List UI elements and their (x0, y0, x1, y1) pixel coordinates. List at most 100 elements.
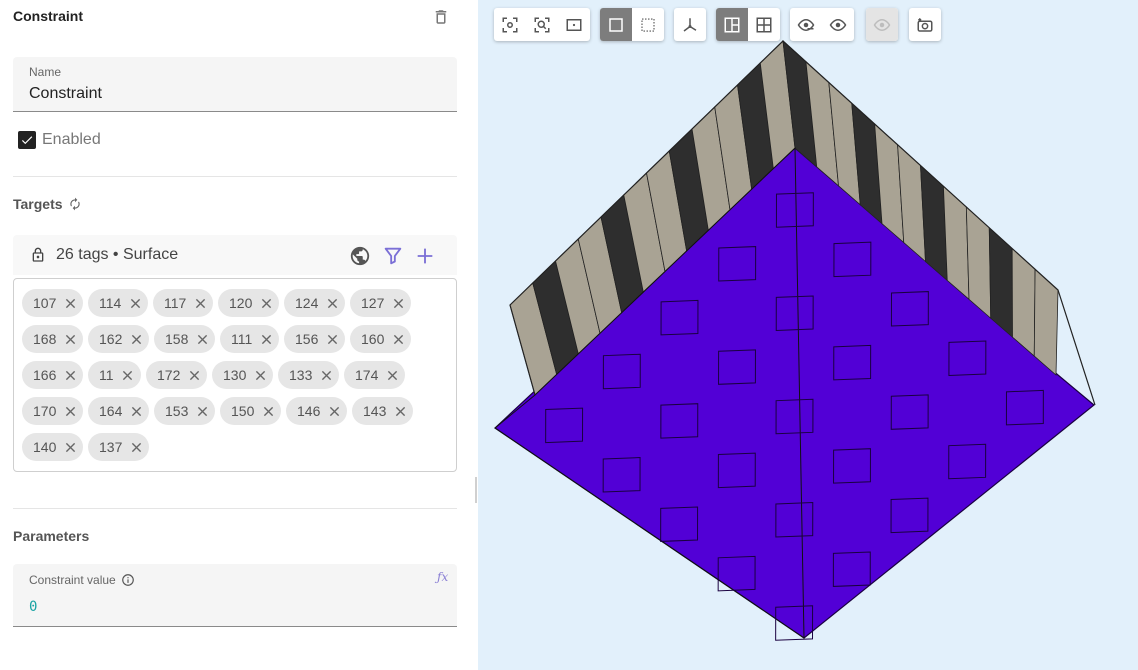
remove-tag-icon[interactable] (187, 368, 201, 382)
tag-chip[interactable]: 117 (153, 289, 214, 317)
tag-chip[interactable]: 170 (22, 397, 84, 425)
remove-tag-icon[interactable] (128, 296, 142, 310)
name-field[interactable]: Name Constraint (13, 57, 457, 112)
remove-tag-icon[interactable] (385, 368, 399, 382)
hide-group (866, 8, 898, 41)
tag-chip[interactable]: 127 (350, 289, 412, 317)
tag-chip-label: 150 (231, 403, 255, 419)
remove-tag-icon[interactable] (195, 332, 209, 346)
tag-chip-label: 162 (99, 331, 123, 347)
axes-icon[interactable] (674, 8, 706, 41)
remove-tag-icon[interactable] (253, 368, 267, 382)
enabled-checkbox[interactable] (18, 131, 36, 149)
tag-chip[interactable]: 174 (344, 361, 406, 389)
filter-icon[interactable] (382, 245, 404, 267)
tag-chip[interactable]: 143 (352, 397, 414, 425)
hide-icon[interactable] (866, 8, 898, 41)
constraint-value-field[interactable]: Constraint value 0 ƒx (13, 564, 457, 627)
constraint-value-input[interactable]: 0 (29, 599, 37, 615)
name-input[interactable]: Constraint (29, 85, 102, 103)
tag-chip-label: 164 (99, 403, 123, 419)
remove-tag-icon[interactable] (391, 332, 405, 346)
remove-tag-icon[interactable] (129, 440, 143, 454)
model-render[interactable] (478, 0, 1138, 670)
properties-panel: Constraint Name Constraint Enabled Targe… (0, 0, 472, 670)
tag-chip[interactable]: 153 (154, 397, 216, 425)
add-icon[interactable] (414, 245, 436, 267)
remove-tag-icon[interactable] (63, 440, 77, 454)
tag-chip[interactable]: 11 (88, 361, 141, 389)
tag-chip[interactable]: 140 (22, 433, 84, 461)
remove-tag-icon[interactable] (121, 368, 135, 382)
zoom-to-fit-icon[interactable] (494, 8, 526, 41)
remove-tag-icon[interactable] (63, 332, 77, 346)
remove-tag-icon[interactable] (129, 404, 143, 418)
tag-chip[interactable]: 162 (88, 325, 150, 353)
remove-tag-icon[interactable] (63, 404, 77, 418)
tag-chip-label: 143 (363, 403, 387, 419)
screenshot-icon[interactable] (909, 8, 941, 41)
tag-chip-label: 172 (157, 367, 181, 383)
remove-tag-icon[interactable] (63, 368, 77, 382)
solid-view-icon[interactable] (600, 8, 632, 41)
tag-chip[interactable]: 158 (154, 325, 216, 353)
zoom-selection-icon[interactable] (526, 8, 558, 41)
screenshot-group (909, 8, 941, 41)
tag-chip[interactable]: 168 (22, 325, 84, 353)
remove-tag-icon[interactable] (195, 404, 209, 418)
delete-icon[interactable] (432, 8, 450, 26)
remove-tag-icon[interactable] (63, 296, 77, 310)
tag-chip[interactable]: 164 (88, 397, 150, 425)
info-icon[interactable] (121, 573, 135, 587)
tag-chip[interactable]: 124 (284, 289, 346, 317)
tag-chip-label: 160 (361, 331, 385, 347)
remove-tag-icon[interactable] (259, 332, 273, 346)
remove-tag-icon[interactable] (259, 296, 273, 310)
3d-viewport[interactable] (478, 0, 1138, 670)
grid-view-icon[interactable] (748, 8, 780, 41)
tag-chip[interactable]: 111 (220, 325, 280, 353)
tag-chip-label: 156 (295, 331, 319, 347)
remove-tag-icon[interactable] (325, 296, 339, 310)
view-layout-group (716, 8, 780, 41)
panel-title: Constraint (13, 8, 83, 24)
globe-icon[interactable] (349, 245, 371, 267)
refresh-icon[interactable] (68, 197, 82, 211)
function-icon[interactable]: ƒx (437, 570, 448, 584)
tag-chip-label: 11 (99, 367, 114, 383)
tag-chip[interactable]: 150 (220, 397, 282, 425)
top-face (494, 147, 1095, 639)
tag-chip[interactable]: 166 (22, 361, 84, 389)
tag-chip[interactable]: 172 (146, 361, 208, 389)
remove-tag-icon[interactable] (319, 368, 333, 382)
tag-chip[interactable]: 120 (218, 289, 280, 317)
tag-chip[interactable]: 130 (212, 361, 274, 389)
tag-chip[interactable]: 156 (284, 325, 346, 353)
remove-tag-icon[interactable] (193, 296, 207, 310)
wireframe-view-icon[interactable] (632, 8, 664, 41)
remove-tag-icon[interactable] (327, 404, 341, 418)
show-hidden-icon[interactable] (790, 8, 822, 41)
remove-tag-icon[interactable] (325, 332, 339, 346)
tag-chip[interactable]: 107 (22, 289, 84, 317)
check-icon (21, 136, 33, 145)
zoom-box-icon[interactable] (558, 8, 590, 41)
visibility-icon[interactable] (822, 8, 854, 41)
tag-chip-label: 127 (361, 295, 385, 311)
enabled-row[interactable]: Enabled (18, 130, 101, 150)
targets-title: Targets (13, 196, 82, 212)
tag-chip[interactable]: 137 (88, 433, 150, 461)
splitter-grip[interactable] (475, 477, 477, 503)
tag-chip-label: 140 (33, 439, 57, 455)
tag-chip[interactable]: 160 (350, 325, 412, 353)
lock-icon[interactable] (30, 246, 46, 264)
section-view-icon[interactable] (716, 8, 748, 41)
tag-chip[interactable]: 146 (286, 397, 348, 425)
remove-tag-icon[interactable] (393, 404, 407, 418)
divider (13, 176, 457, 177)
remove-tag-icon[interactable] (391, 296, 405, 310)
remove-tag-icon[interactable] (129, 332, 143, 346)
tag-chip[interactable]: 133 (278, 361, 340, 389)
tag-chip[interactable]: 114 (88, 289, 149, 317)
remove-tag-icon[interactable] (261, 404, 275, 418)
